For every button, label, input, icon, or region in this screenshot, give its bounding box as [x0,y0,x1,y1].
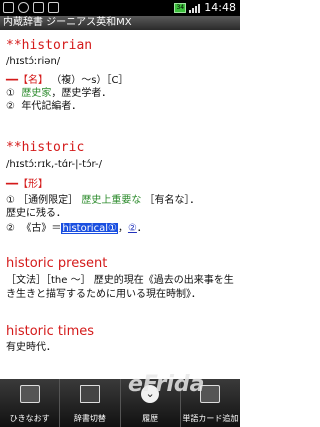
headword: historic times [6,324,95,339]
pos-line: ━━【形】 [6,178,234,191]
battery-icon: 34 [174,2,187,13]
part-of-speech: ━━【形】 [6,179,49,190]
sense-1: ① 歴史家，歴史学者． [6,87,234,100]
chevron-down-icon: ⌄ [141,385,160,403]
sense-number: ② [6,223,15,234]
pronunciation: /hɪstɔ́ːrɪk,-tɑ́r-|-tɔ́r-/ [6,159,103,170]
sense-keyword: 歴史家 [21,88,52,99]
historical-link-selected[interactable]: historical① [61,223,118,234]
headword: **historic [6,140,85,155]
add-word-card-label: 単語カード追加 [182,414,239,423]
history-button[interactable]: ⌄ 履歴 [121,379,181,427]
sense-text: ［有名な］． [144,195,200,206]
definition: 有史時代． [6,342,56,353]
sense-number: ② [6,101,15,112]
sense-text: 年代記編者． [21,101,82,112]
word-card-icon [200,385,221,403]
status-left-icons [3,2,59,13]
dictionary-switch-label: 辞書切替 [73,414,106,423]
sense-block: ━━【名】 （複）～s）［C］ [6,74,234,87]
status-bar: 34 14:48 [0,0,240,16]
headword: **historian [6,38,93,53]
sense-1: ① ［通例限定］ 歴史上重要な ［有名な］． [6,194,234,207]
separator: ， [117,223,128,234]
signal-icon [189,3,201,13]
usage-label: ［通例限定］ [18,195,79,206]
part-of-speech: ━━【名】 [6,75,49,86]
entry-historic-present: historic present ［文法］［the ～］ 歴史的現在《過去の出来… [6,256,234,302]
book-icon [79,385,100,403]
history-label: 履歴 [142,414,159,423]
pronunciation: /hɪstɔ́ːriən/ [6,56,61,67]
entry-historic-times: historic times 有史時代． [6,324,234,355]
sense-keyword: 歴史上重要な [81,195,142,206]
definition: ［文法］［the ～］ 歴史的現在《過去の出来事を生き生きと描写するために用いる… [6,275,234,300]
entry-historic: **historic /hɪstɔ́ːrɪk,-tɑ́r-|-tɔ́r-/ ━━… [6,140,234,235]
status-time: 14:48 [204,1,236,14]
android-debug-icon [3,2,14,13]
dictionary-switch-button[interactable]: 辞書切替 [60,379,121,427]
sense-link-2[interactable]: ② [128,223,137,234]
archaic-label: 《古》＝ [21,223,62,234]
entry-historian: **historian /hɪstɔ́ːriən/ ━━【名】 （複）～s）［C… [6,38,234,113]
app-notification-icon [48,2,59,13]
inflection-note: （複）～s）［C］ [51,75,129,86]
status-right: 34 14:48 [174,1,236,14]
add-word-card-button[interactable]: 単語カード追加 [181,379,240,427]
app-title: 内蔵辞書 ジーニアス英和MX [0,16,240,30]
redo-lookup-button[interactable]: ひきなおす [0,379,61,427]
lookup-icon [19,385,40,403]
bottom-toolbar: ひきなおす 辞書切替 ⌄ 履歴 単語カード追加 [0,379,240,427]
sense-2: ② 《古》＝historical①，②． [6,222,234,235]
sense-2: ② 年代記編者． [6,100,234,113]
sense-number: ① [6,195,15,206]
redo-lookup-label: ひきなおす [9,414,50,423]
sense-1-cont: 歴史に残る． [6,208,66,219]
dictionary-content[interactable]: **historian /hɪstɔ́ːriən/ ━━【名】 （複）～s）［C… [0,30,240,378]
notification-icon [33,2,44,13]
headword: historic present [6,256,108,271]
sense-text: ，歴史学者． [51,88,112,99]
usb-icon [18,2,29,13]
period: ． [136,223,147,234]
sense-number: ① [6,88,15,99]
